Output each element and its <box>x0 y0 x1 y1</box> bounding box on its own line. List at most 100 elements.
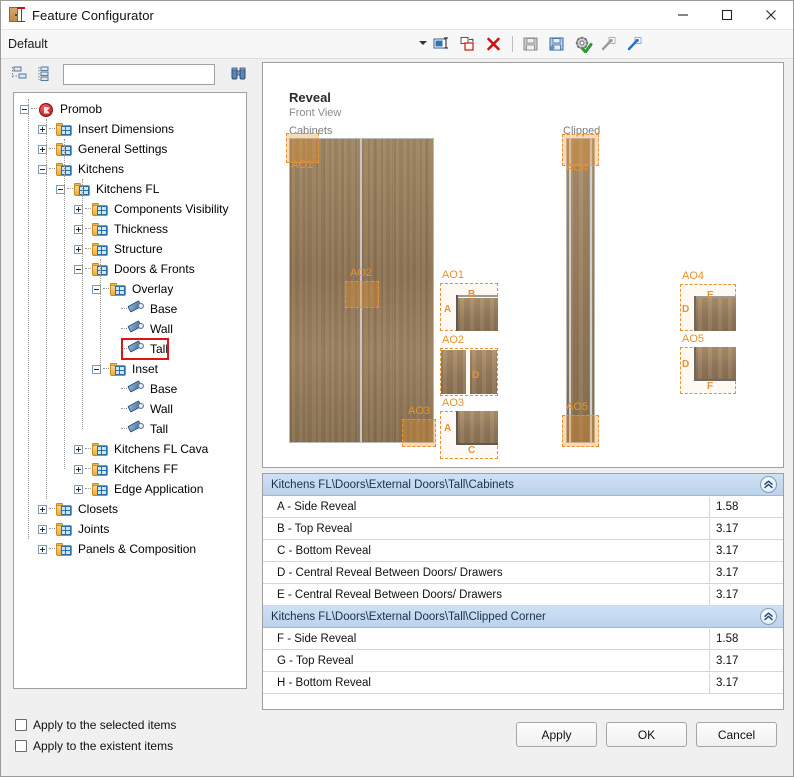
ok-button[interactable]: OK <box>606 722 687 747</box>
tree-item-insert-dimensions[interactable]: Insert Dimensions <box>14 119 246 139</box>
property-row[interactable]: B - Top Reveal 3.17 <box>263 518 783 540</box>
search-input-wrap[interactable] <box>63 63 215 85</box>
save-icon[interactable] <box>520 33 542 55</box>
feature-tree-panel[interactable]: Promob Insert Dimensions General Settings K… <box>13 92 247 689</box>
tree-item-kitchens-ff[interactable]: Kitchens FF <box>14 459 246 479</box>
duplicate-icon[interactable] <box>457 33 479 55</box>
collapse-tree-icon[interactable] <box>11 65 29 83</box>
property-row[interactable]: G - Top Reveal 3.17 <box>263 650 783 672</box>
detail-dim-ao4-top: E <box>707 290 714 301</box>
tree-item-base[interactable]: Base <box>14 299 246 319</box>
import-icon[interactable] <box>598 33 620 55</box>
tree-item-tall[interactable]: Tall <box>14 419 246 439</box>
tree-item-tall[interactable]: Tall <box>14 339 246 359</box>
search-input[interactable] <box>64 64 214 84</box>
tree-expander-collapsed[interactable] <box>38 544 47 554</box>
tree-item-wall[interactable]: Wall <box>14 319 246 339</box>
checkbox[interactable] <box>15 740 27 752</box>
apply-option[interactable]: Apply to the selected items <box>15 718 176 732</box>
clipped-right-edge <box>590 138 592 443</box>
tree-item-wall[interactable]: Wall <box>14 399 246 419</box>
binoculars-icon[interactable] <box>228 63 250 85</box>
property-row[interactable]: C - Bottom Reveal 3.17 <box>263 540 783 562</box>
property-value[interactable]: 3.17 <box>709 518 783 539</box>
preview-canvas[interactable]: Reveal Front View Cabinets Clipped AO1 A… <box>262 62 784 468</box>
promob-icon <box>38 102 55 117</box>
tree-item-overlay[interactable]: Overlay <box>14 279 246 299</box>
detail-dim-ao5-bottom: F <box>707 381 714 392</box>
tree-expander-collapsed[interactable] <box>74 484 83 494</box>
apply-option[interactable]: Apply to the existent items <box>15 739 176 753</box>
expand-tree-icon[interactable] <box>35 65 53 83</box>
property-group-title: Kitchens FL\Doors\External Doors\Tall\Ca… <box>271 478 514 491</box>
property-value[interactable]: 3.17 <box>709 584 783 605</box>
detail-ao1-edge-left <box>456 295 458 331</box>
tree-item-inset[interactable]: Inset <box>14 359 246 379</box>
folder-icon <box>56 122 73 137</box>
tree-connector <box>67 188 73 190</box>
checkbox-label: Apply to the selected items <box>33 718 177 732</box>
folder-icon <box>110 282 127 297</box>
save-as-icon[interactable] <box>546 33 568 55</box>
property-value[interactable]: 3.17 <box>709 562 783 583</box>
tree-item-closets[interactable]: Closets <box>14 499 246 519</box>
tree-expander-collapsed[interactable] <box>74 444 83 454</box>
callout-label-ao5: AO5 <box>566 401 589 413</box>
tree-guide-line <box>82 179 83 429</box>
close-icon[interactable] <box>749 1 793 29</box>
property-row[interactable]: A - Side Reveal 1.58 <box>263 496 783 518</box>
tree-item-components-visibility[interactable]: Components Visibility <box>14 199 246 219</box>
tree-item-base[interactable]: Base <box>14 379 246 399</box>
property-value[interactable]: 3.17 <box>709 650 783 671</box>
tree-item-kitchens-fl-cava[interactable]: Kitchens FL Cava <box>14 439 246 459</box>
minimize-icon[interactable] <box>661 1 705 29</box>
detail-render-ao3 <box>458 411 498 443</box>
tree-item-promob[interactable]: Promob <box>14 99 246 119</box>
tree-connector <box>85 208 91 210</box>
tree-item-label: Base <box>150 302 178 316</box>
tree-connector <box>121 408 127 410</box>
chevron-down-icon[interactable] <box>419 41 427 45</box>
apply-settings-icon[interactable] <box>572 33 594 55</box>
apply-button[interactable]: Apply <box>516 722 597 747</box>
property-group-header[interactable]: Kitchens FL\Doors\External Doors\Tall\Cl… <box>263 606 783 628</box>
callout-label-ao4: AO4 <box>566 162 589 174</box>
property-row[interactable]: D - Central Reveal Between Doors/ Drawer… <box>263 562 783 584</box>
property-grid[interactable]: Kitchens FL\Doors\External Doors\Tall\Ca… <box>262 473 784 710</box>
tree-connector <box>85 248 91 250</box>
property-row[interactable]: E - Central Reveal Between Doors/ Drawer… <box>263 584 783 606</box>
tree-item-kitchens[interactable]: Kitchens <box>14 159 246 179</box>
tree-item-general-settings[interactable]: General Settings <box>14 139 246 159</box>
tree-item-kitchens-fl[interactable]: Kitchens FL <box>14 179 246 199</box>
property-value[interactable]: 3.17 <box>709 540 783 561</box>
property-name: H - Bottom Reveal <box>277 676 371 689</box>
tree-item-label: Kitchens FL <box>96 182 160 196</box>
maximize-icon[interactable] <box>705 1 749 29</box>
tree-item-structure[interactable]: Structure <box>14 239 246 259</box>
property-row[interactable]: F - Side Reveal 1.58 <box>263 628 783 650</box>
rename-icon[interactable] <box>431 33 453 55</box>
tree-item-thickness[interactable]: Thickness <box>14 219 246 239</box>
tree-item-panels-composition[interactable]: Panels & Composition <box>14 539 246 559</box>
tree-expander-collapsed[interactable] <box>74 464 83 474</box>
cancel-button[interactable]: Cancel <box>696 722 777 747</box>
checkbox[interactable] <box>15 719 27 731</box>
tree-expander-collapsed[interactable] <box>38 504 47 514</box>
tree-item-edge-application[interactable]: Edge Application <box>14 479 246 499</box>
property-value[interactable]: 1.58 <box>709 628 783 649</box>
property-row[interactable]: H - Bottom Reveal 3.17 <box>263 672 783 694</box>
tree-expander-collapsed[interactable] <box>38 524 47 534</box>
folder-icon <box>92 222 109 237</box>
property-value[interactable]: 3.17 <box>709 672 783 693</box>
export-icon[interactable] <box>624 33 646 55</box>
delete-icon[interactable] <box>483 33 505 55</box>
tree-item-doors-fronts[interactable]: Doors & Fronts <box>14 259 246 279</box>
tag-icon <box>127 419 145 437</box>
detail-dim-ao4-side: D <box>682 304 690 315</box>
property-group-header[interactable]: Kitchens FL\Doors\External Doors\Tall\Ca… <box>263 474 783 496</box>
chevron-double-up-icon[interactable] <box>760 608 777 625</box>
tree-item-joints[interactable]: Joints <box>14 519 246 539</box>
chevron-double-up-icon[interactable] <box>760 476 777 493</box>
detail-dim-ao5-side: D <box>682 359 690 370</box>
property-value[interactable]: 1.58 <box>709 496 783 517</box>
